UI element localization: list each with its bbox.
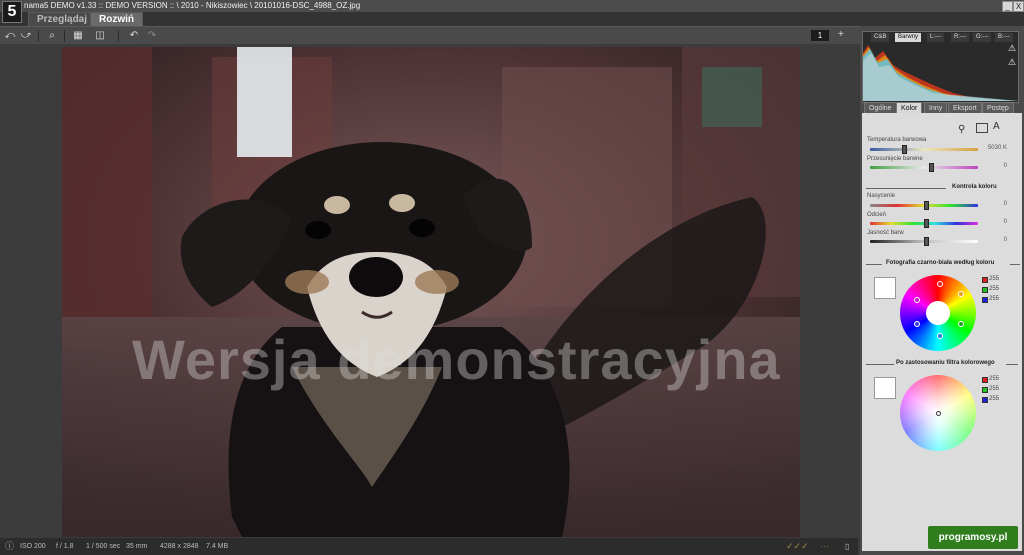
- toolbar-separator: [38, 30, 39, 42]
- auto-text-icon[interactable]: A: [993, 121, 1000, 132]
- section-divider: [866, 364, 894, 365]
- tab-develop[interactable]: Rozwiń: [90, 12, 143, 27]
- saturation-slider-handle[interactable]: [924, 201, 929, 210]
- red-channel-box: [982, 277, 988, 283]
- wheel-marker-magenta[interactable]: [914, 297, 920, 303]
- tint-label: Przesunięcie barwne: [867, 156, 923, 162]
- demo-watermark: Wersja demonstracyjna: [132, 328, 781, 391]
- status-focal: 35 mm: [126, 543, 148, 550]
- wheel-marker-blue[interactable]: [937, 333, 943, 339]
- tint-slider[interactable]: [870, 166, 978, 169]
- wheel-marker-red[interactable]: [937, 281, 943, 287]
- eyedropper-icon[interactable]: ⚲: [958, 124, 965, 135]
- histogram-tab-bw[interactable]: C&B: [871, 33, 890, 42]
- status-bar: ⓘ ISO 200 f / 1.8 1 / 500 sec 35 mm 4288…: [0, 538, 858, 555]
- section-divider: [866, 264, 882, 265]
- blue-channel-box: [982, 397, 988, 403]
- histogram-tab-l[interactable]: L:---: [927, 33, 944, 42]
- status-dimensions: 4288 x 2848: [160, 543, 199, 550]
- camera-icon[interactable]: [976, 123, 988, 133]
- app-logo: 5: [2, 1, 22, 23]
- title-bar: nama5 DEMO v1.33 :: DEMO VERSION :: \ 20…: [0, 0, 1024, 12]
- section-divider: [866, 188, 946, 189]
- section-divider: [1006, 364, 1018, 365]
- temperature-slider[interactable]: [870, 148, 978, 151]
- filter-color-swatch[interactable]: [874, 377, 896, 399]
- bw-wheel-center: [926, 301, 950, 325]
- approve-icon[interactable]: ✓✓✓: [786, 538, 809, 555]
- filter-wheel-marker[interactable]: [936, 411, 941, 416]
- bw-blue-value: 255: [989, 296, 1000, 302]
- status-shutter: 1 / 500 sec: [86, 543, 121, 550]
- bw-green-value: 255: [989, 286, 1000, 292]
- toolbar-separator: [118, 30, 119, 42]
- wheel-marker-violet[interactable]: [914, 321, 920, 327]
- blue-channel-box: [982, 297, 988, 303]
- brightness-slider-handle[interactable]: [924, 237, 929, 246]
- saturation-value: 0: [1003, 201, 1007, 207]
- hue-value: 0: [1003, 219, 1007, 225]
- tab-browse[interactable]: Przeglądaj: [28, 12, 97, 27]
- minimize-button[interactable]: _: [1002, 1, 1013, 12]
- wheel-marker-green[interactable]: [958, 321, 964, 327]
- green-channel-box: [982, 387, 988, 393]
- zoom-icon[interactable]: ⌕: [46, 30, 58, 41]
- bw-section-title: Fotografia czarno-biała według koloru: [886, 260, 995, 266]
- histogram-tab-g[interactable]: G:---: [973, 33, 992, 42]
- close-button[interactable]: X: [1013, 1, 1024, 12]
- brightness-label: Jasność barw: [867, 230, 904, 236]
- wheel-marker-orange[interactable]: [958, 291, 964, 297]
- status-iso: ISO 200: [20, 543, 46, 550]
- color-panel: ⚲ A Temperatura barwowa 5030 K Przesunię…: [862, 113, 1022, 551]
- green-channel-box: [982, 287, 988, 293]
- export-icon[interactable]: ▯: [845, 538, 849, 555]
- compare-icon[interactable]: ◫: [94, 30, 106, 41]
- rotate-right-icon[interactable]: ⤻: [20, 30, 32, 41]
- rating-icon[interactable]: ···: [820, 538, 829, 555]
- tint-value: 0: [1003, 163, 1007, 169]
- histogram-graph: [863, 45, 1018, 101]
- photo[interactable]: Wersja demonstracyjna: [62, 47, 800, 537]
- toolbar-separator: [64, 30, 65, 42]
- window-title: nama5 DEMO v1.33 :: DEMO VERSION :: \ 20…: [24, 1, 361, 10]
- tint-slider-handle[interactable]: [929, 163, 934, 172]
- filter-green-value: 255: [989, 386, 1000, 392]
- saturation-label: Nasycenie: [867, 193, 896, 199]
- histogram-tab-r[interactable]: R:---: [951, 33, 969, 42]
- bw-color-swatch[interactable]: [874, 277, 896, 299]
- highlight-warning-icon[interactable]: ⚠: [1007, 44, 1017, 53]
- status-aperture: f / 1.8: [56, 543, 74, 550]
- histogram-tab-color[interactable]: Barwny: [895, 33, 922, 42]
- color-control-title: Kontrola koloru: [952, 184, 997, 190]
- bw-red-value: 255: [989, 276, 1000, 282]
- temperature-value: 5030 K: [987, 145, 1007, 151]
- section-divider: [1010, 264, 1020, 265]
- brightness-value: 0: [1003, 237, 1007, 243]
- histogram-tab-b[interactable]: B:---: [995, 33, 1013, 42]
- filter-blue-value: 255: [989, 396, 1000, 402]
- info-icon[interactable]: ⓘ: [5, 538, 14, 555]
- page-number[interactable]: 1: [811, 30, 829, 41]
- temperature-slider-handle[interactable]: [902, 145, 907, 154]
- temperature-label: Temperatura barwowa: [867, 137, 927, 143]
- dog-photo-image: [62, 47, 800, 537]
- add-page-button[interactable]: +: [838, 29, 844, 40]
- undo-icon[interactable]: ↶: [128, 30, 140, 41]
- filter-red-value: 255: [989, 376, 1000, 382]
- rotate-left-icon[interactable]: ⤺: [4, 30, 16, 41]
- shadow-warning-icon[interactable]: ⚠: [1007, 58, 1017, 67]
- filter-section-title: Po zastosowaniu filtra kolorowego: [896, 360, 995, 366]
- hue-slider-handle[interactable]: [924, 219, 929, 228]
- panel-tabs: Ogólne Kolor Inny Eksport Postęp: [862, 102, 1022, 115]
- status-filesize: 7.4 MB: [206, 543, 229, 550]
- histogram: C&B Barwny L:--- R:--- G:--- B:---: [862, 31, 1019, 103]
- site-badge: programosy.pl: [928, 526, 1018, 549]
- red-channel-box: [982, 377, 988, 383]
- mode-tabs: Przeglądaj Rozwiń: [0, 12, 1024, 27]
- redo-icon[interactable]: ↷: [146, 30, 158, 41]
- hue-label: Odcień: [867, 212, 887, 218]
- photo-canvas: Wersja demonstracyjna: [0, 44, 858, 538]
- grid-icon[interactable]: ▦: [72, 30, 84, 41]
